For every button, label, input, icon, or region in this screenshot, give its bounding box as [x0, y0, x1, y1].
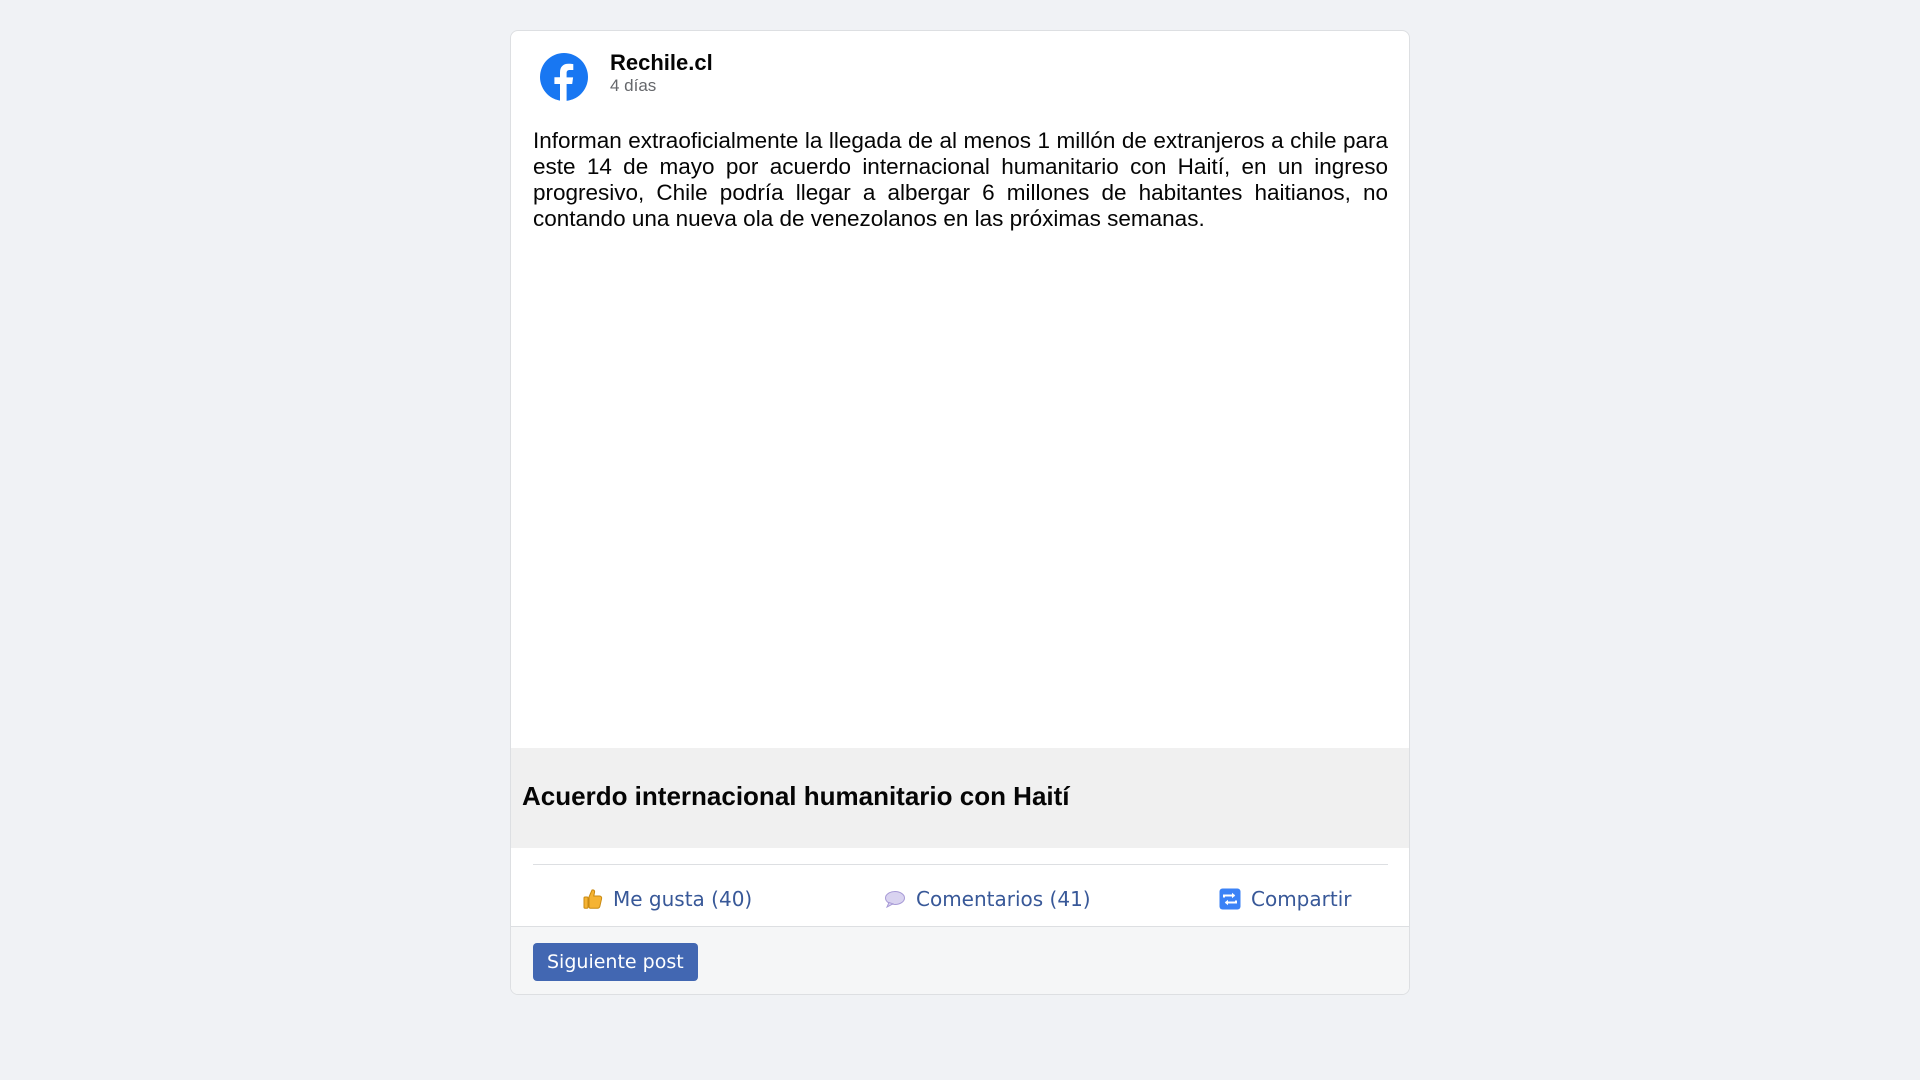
share-arrows-icon: [1219, 888, 1241, 910]
like-label: Me gusta (40): [613, 887, 753, 911]
speech-bubble-icon: [884, 890, 906, 908]
share-button[interactable]: Compartir: [1219, 874, 1351, 924]
post-header-text: Rechile.cl 4 días: [610, 50, 713, 96]
share-label: Compartir: [1251, 887, 1352, 911]
like-button[interactable]: Me gusta (40): [583, 874, 752, 924]
divider: [533, 864, 1388, 865]
post-timestamp[interactable]: 4 días: [610, 76, 713, 96]
thumbs-up-icon: [583, 888, 603, 910]
post-card: Rechile.cl 4 días Informan extraoficialm…: [510, 30, 1410, 995]
page-name[interactable]: Rechile.cl: [610, 50, 713, 76]
comment-button[interactable]: Comentarios (41): [884, 874, 1091, 924]
post-header: Rechile.cl 4 días: [540, 50, 713, 101]
post-footer: Siguiente post: [511, 926, 1409, 994]
facebook-logo-icon[interactable]: [540, 53, 588, 101]
action-bar: Me gusta (40) Comentarios (41) Compartir: [511, 874, 1409, 924]
link-preview[interactable]: Acuerdo internacional humanitario con Ha…: [511, 748, 1409, 848]
comment-label: Comentarios (41): [916, 887, 1091, 911]
post-body-text: Informan extraoficialmente la llegada de…: [533, 128, 1388, 231]
link-preview-title[interactable]: Acuerdo internacional humanitario con Ha…: [522, 781, 1070, 812]
next-post-button[interactable]: Siguiente post: [533, 943, 698, 981]
